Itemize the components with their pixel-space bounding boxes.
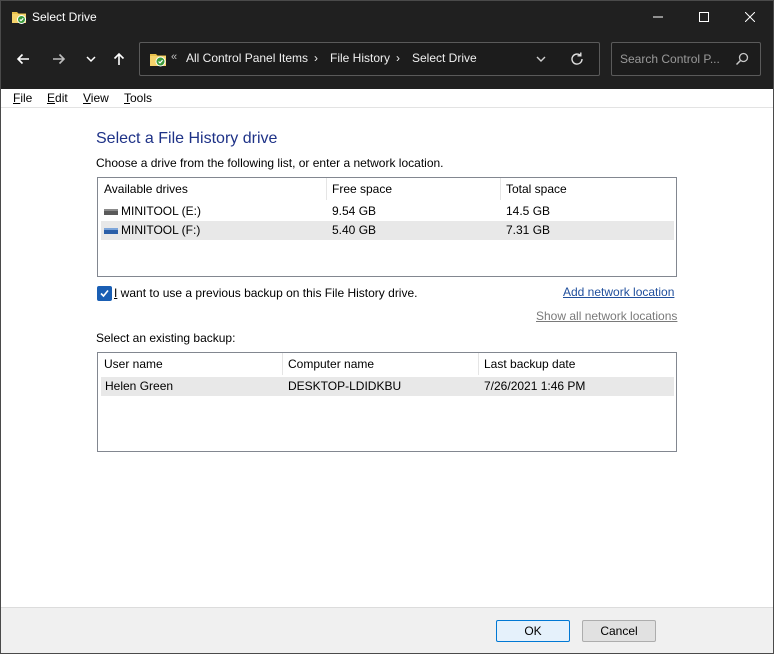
menu-tools[interactable]: Tools (124, 91, 152, 105)
existing-backup-label: Select an existing backup: (96, 331, 236, 345)
breadcrumb-select-drive[interactable]: Select Drive (412, 51, 477, 65)
navigation-bar: « All Control Panel Items › File History… (1, 33, 773, 89)
backup-user-name: Helen Green (105, 379, 174, 393)
file-history-icon (11, 9, 27, 25)
control-panel-icon (149, 50, 167, 68)
cancel-button[interactable]: Cancel (582, 620, 656, 642)
column-header-free-space[interactable]: Free space (326, 178, 500, 200)
usb-drive-icon (104, 206, 118, 216)
ok-button[interactable]: OK (496, 620, 570, 642)
column-header-last-backup-date[interactable]: Last backup date (478, 353, 674, 375)
column-header-available-drives[interactable]: Available drives (98, 178, 326, 200)
close-icon (745, 12, 755, 22)
backups-list[interactable]: User name Computer name Last backup date… (97, 352, 677, 452)
maximize-button[interactable] (681, 1, 727, 33)
close-button[interactable] (727, 1, 773, 33)
refresh-button[interactable] (568, 50, 586, 68)
forward-button[interactable] (45, 45, 73, 73)
address-dropdown-button[interactable] (533, 51, 549, 67)
chevron-down-icon (536, 56, 546, 62)
show-all-network-locations-link[interactable]: Show all network locations (536, 309, 677, 323)
arrow-right-icon (53, 53, 66, 65)
arrow-up-icon (113, 52, 125, 65)
menu-bar: File Edit View Tools (1, 89, 773, 108)
usb-drive-icon (104, 225, 118, 235)
refresh-icon (571, 52, 583, 65)
search-icon[interactable] (734, 51, 750, 67)
add-network-location-link[interactable]: Add network location (563, 285, 674, 299)
arrow-left-icon (16, 53, 29, 65)
recent-locations-button[interactable] (77, 45, 105, 73)
instruction-text: Choose a drive from the following list, … (96, 156, 444, 170)
breadcrumb-separator[interactable]: › (396, 51, 400, 65)
dialog-footer: OK Cancel (1, 607, 773, 653)
chevron-down-icon (86, 56, 96, 63)
backup-date: 7/26/2021 1:46 PM (484, 379, 586, 393)
menu-edit[interactable]: Edit (47, 91, 68, 105)
search-box[interactable] (611, 42, 761, 76)
drive-total-space: 14.5 GB (506, 204, 551, 218)
minimize-button[interactable] (635, 1, 681, 33)
address-bar[interactable]: « All Control Panel Items › File History… (139, 42, 600, 76)
menu-file[interactable]: File (13, 91, 32, 105)
drive-free-space: 5.40 GB (332, 223, 377, 237)
drive-row-e[interactable]: MINITOOL (E:) 9.54 GB 14.5 GB (101, 202, 674, 221)
select-drive-window: Select Drive « All Control Panel Items ›… (0, 0, 774, 654)
drive-free-space: 9.54 GB (332, 204, 377, 218)
checkmark-icon (100, 289, 109, 298)
window-title: Select Drive (32, 10, 97, 24)
column-header-computer-name[interactable]: Computer name (282, 353, 478, 375)
title-bar[interactable]: Select Drive (1, 1, 773, 33)
breadcrumb-separator[interactable]: › (314, 51, 318, 65)
menu-view[interactable]: View (83, 91, 109, 105)
back-button[interactable] (9, 45, 37, 73)
up-button[interactable] (105, 45, 133, 73)
page-title: Select a File History drive (96, 130, 278, 147)
previous-backup-label[interactable]: I want to use a previous backup on this … (114, 286, 417, 300)
column-header-user-name[interactable]: User name (98, 353, 282, 375)
backup-row[interactable]: Helen Green DESKTOP-LDIDKBU 7/26/2021 1:… (101, 377, 674, 396)
drive-name: MINITOOL (E:) (121, 204, 202, 218)
drive-row-f[interactable]: MINITOOL (F:) 5.40 GB 7.31 GB (101, 221, 674, 240)
drive-total-space: 7.31 GB (506, 223, 551, 237)
maximize-icon (699, 12, 709, 22)
previous-backup-checkbox[interactable] (97, 286, 112, 301)
drives-list[interactable]: Available drives Free space Total space … (97, 177, 677, 277)
search-input[interactable] (620, 50, 728, 68)
breadcrumb-all-control-panel-items[interactable]: All Control Panel Items (186, 51, 308, 65)
minimize-icon (653, 16, 663, 18)
backup-computer-name: DESKTOP-LDIDKBU (288, 379, 402, 393)
column-header-total-space[interactable]: Total space (500, 178, 674, 200)
drive-name: MINITOOL (F:) (121, 223, 201, 237)
breadcrumb-overflow[interactable]: « (171, 51, 177, 63)
breadcrumb-file-history[interactable]: File History (330, 51, 390, 65)
